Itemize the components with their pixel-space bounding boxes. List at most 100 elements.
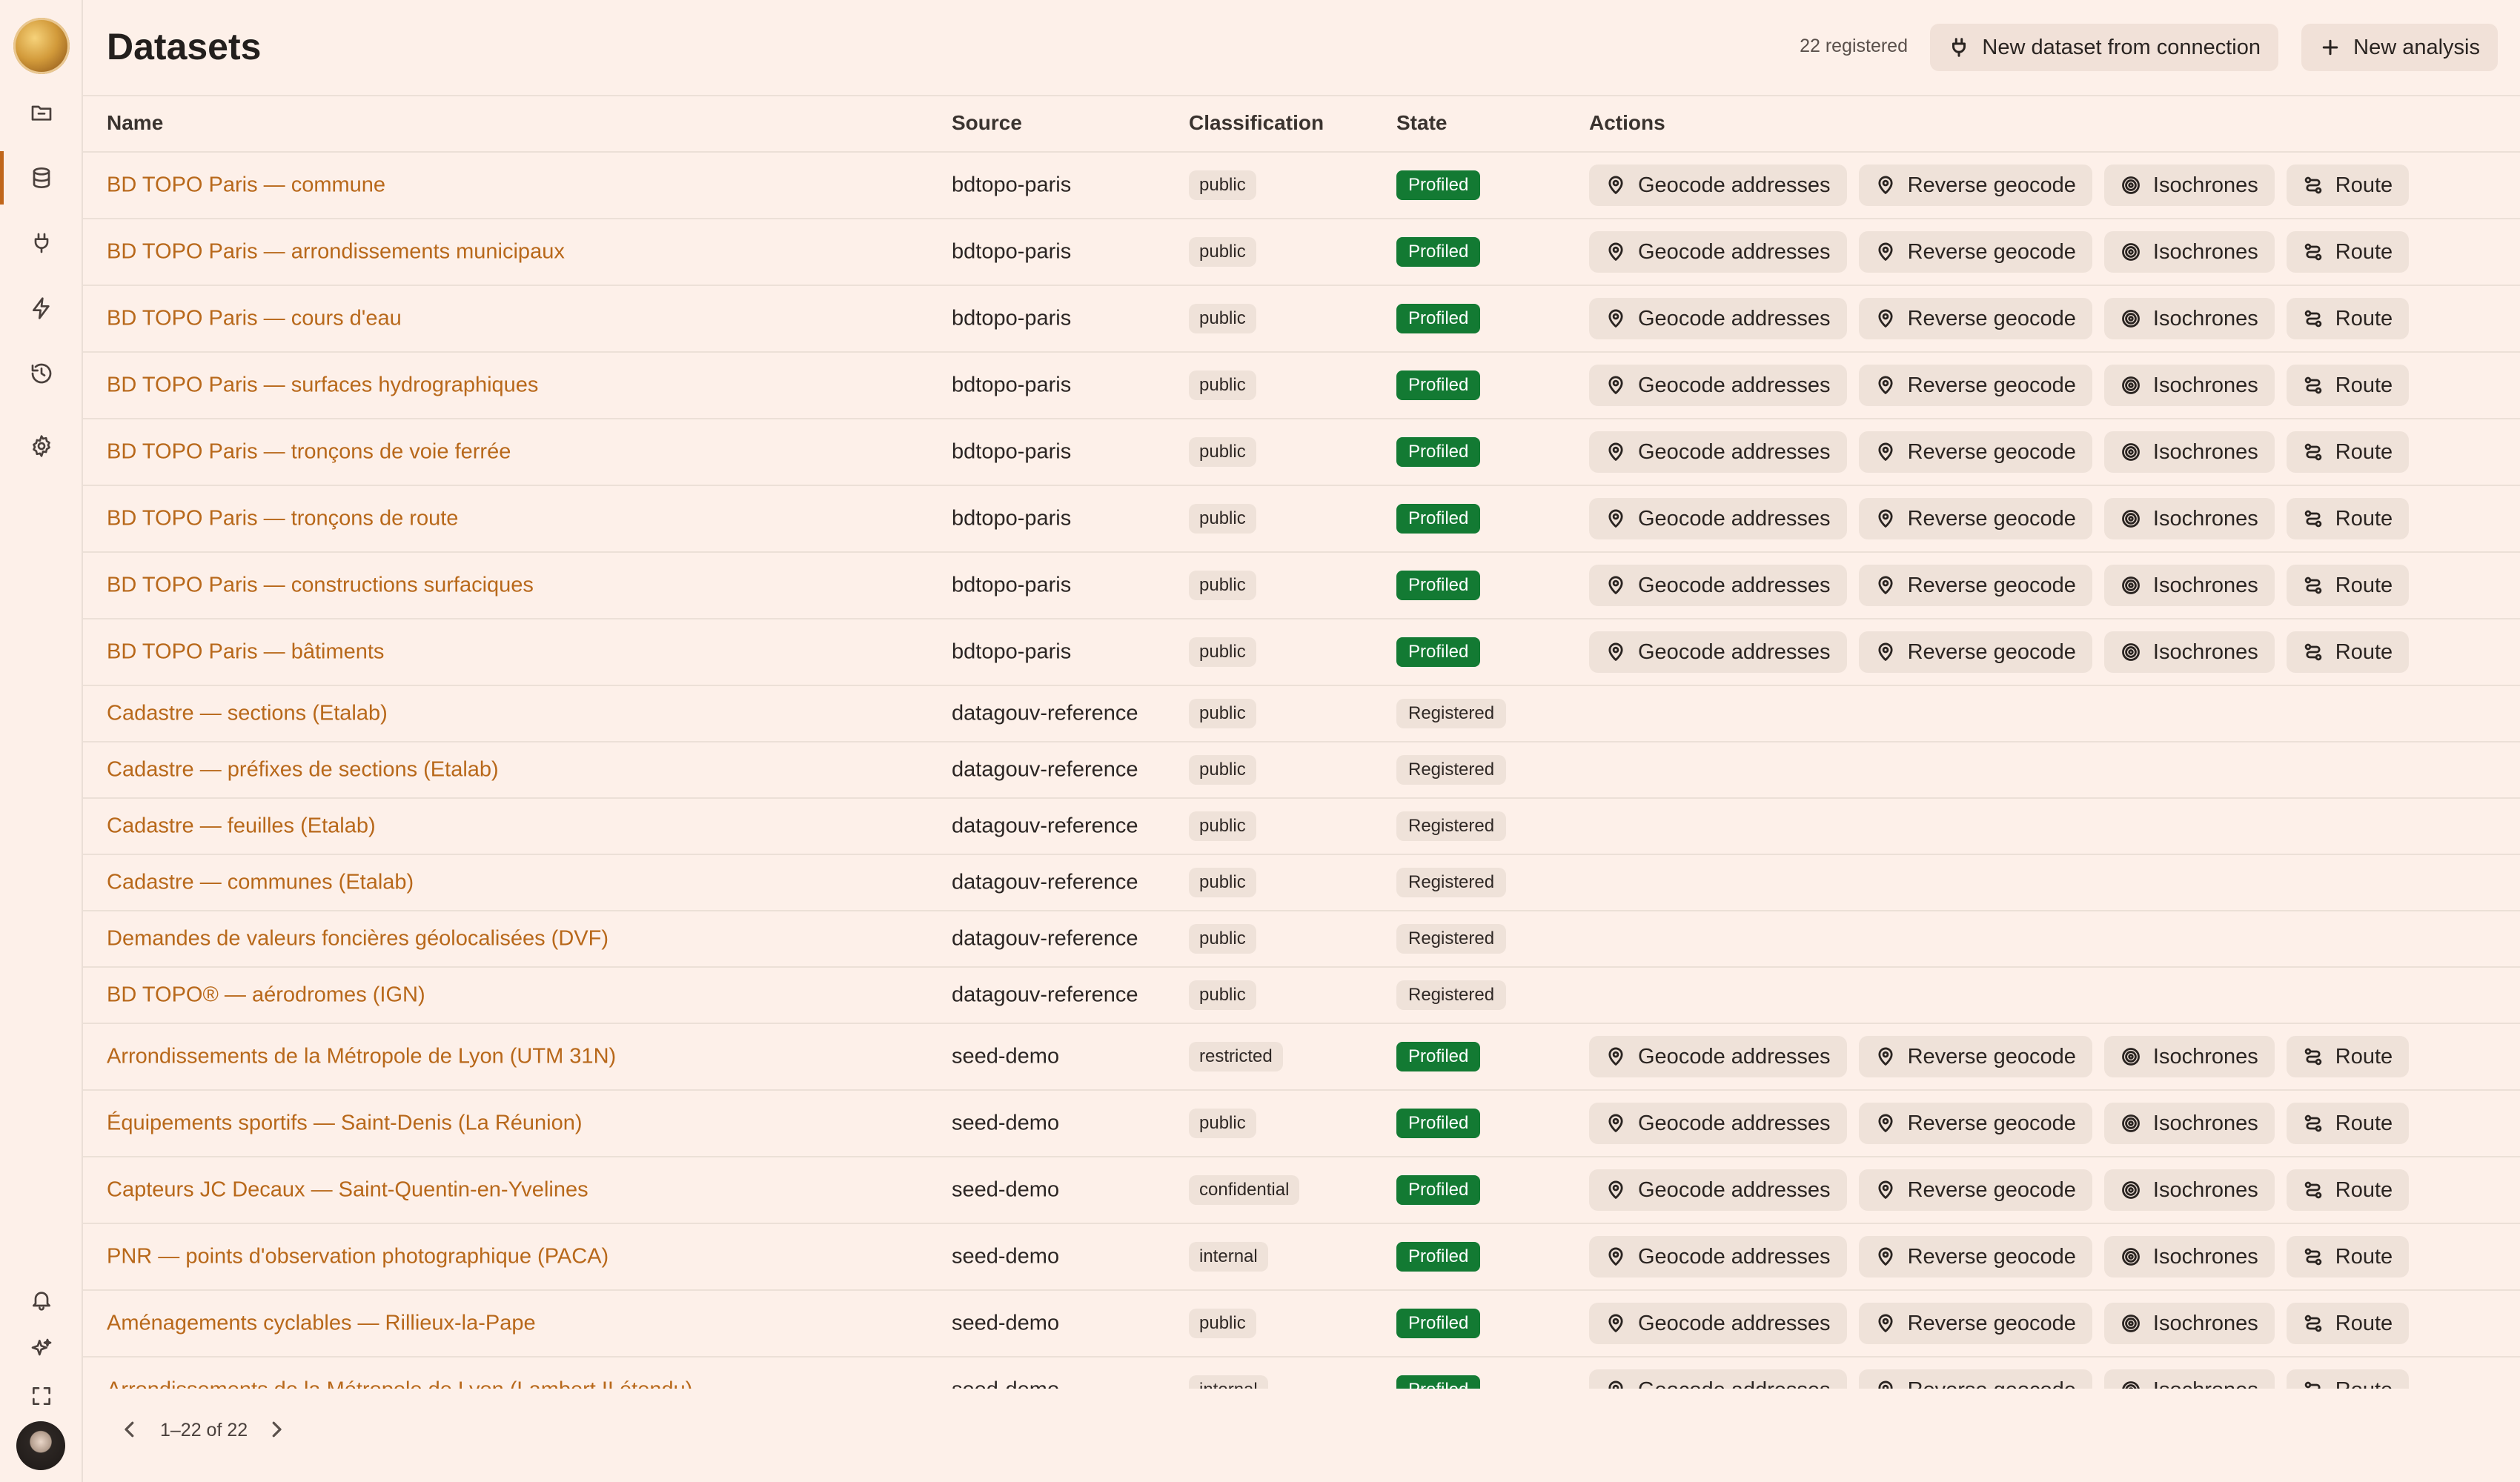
column-header-source[interactable]: Source xyxy=(952,111,1022,135)
isochrones-label: Isochrones xyxy=(2152,1311,2258,1335)
map-pin-icon xyxy=(1877,509,1893,528)
reverse-geocode-button[interactable]: Reverse geocode xyxy=(1858,365,2092,406)
isochrones-button[interactable]: Isochrones xyxy=(2103,298,2275,339)
route-button[interactable]: Route xyxy=(2286,431,2410,473)
dataset-name-link[interactable]: Cadastre — préfixes de sections (Etalab) xyxy=(107,758,499,782)
isochrones-button[interactable]: Isochrones xyxy=(2103,1236,2275,1277)
reverse-geocode-button[interactable]: Reverse geocode xyxy=(1858,1169,2092,1211)
geocode-addresses-button[interactable]: Geocode addresses xyxy=(1589,1103,1847,1144)
route-button[interactable]: Route xyxy=(2286,165,2410,206)
isochrones-button[interactable]: Isochrones xyxy=(2103,431,2275,473)
dataset-name-link[interactable]: Demandes de valeurs foncières géolocalis… xyxy=(107,927,609,951)
reverse-geocode-button[interactable]: Reverse geocode xyxy=(1858,1103,2092,1144)
next-page-button[interactable] xyxy=(265,1418,288,1441)
geocode-addresses-button[interactable]: Geocode addresses xyxy=(1589,1036,1847,1077)
geocode-addresses-button[interactable]: Geocode addresses xyxy=(1589,565,1847,606)
route-button[interactable]: Route xyxy=(2286,565,2410,606)
dataset-name-link[interactable]: Arrondissements de la Métropole de Lyon … xyxy=(107,1378,692,1389)
reverse-geocode-button[interactable]: Reverse geocode xyxy=(1858,631,2092,673)
route-button[interactable]: Route xyxy=(2286,1236,2410,1277)
route-button[interactable]: Route xyxy=(2286,498,2410,539)
isochrones-button[interactable]: Isochrones xyxy=(2103,1169,2275,1211)
geocode-addresses-button[interactable]: Geocode addresses xyxy=(1589,498,1847,539)
sidebar-item-folder[interactable] xyxy=(0,83,83,142)
new-dataset-from-connection-button[interactable]: New dataset from connection xyxy=(1930,24,2278,71)
geocode-addresses-button[interactable]: Geocode addresses xyxy=(1589,231,1847,273)
reverse-geocode-button[interactable]: Reverse geocode xyxy=(1858,1036,2092,1077)
route-button[interactable]: Route xyxy=(2286,365,2410,406)
reverse-geocode-button[interactable]: Reverse geocode xyxy=(1858,1303,2092,1344)
geocode-addresses-button[interactable]: Geocode addresses xyxy=(1589,365,1847,406)
geocode-addresses-button[interactable]: Geocode addresses xyxy=(1589,1303,1847,1344)
route-button[interactable]: Route xyxy=(2286,1169,2410,1211)
geocode-addresses-button[interactable]: Geocode addresses xyxy=(1589,298,1847,339)
route-button[interactable]: Route xyxy=(2286,1369,2410,1389)
isochrone-icon xyxy=(2121,1114,2140,1132)
dataset-name-link[interactable]: BD TOPO Paris — commune xyxy=(107,173,385,198)
isochrones-button[interactable]: Isochrones xyxy=(2103,1036,2275,1077)
isochrones-button[interactable]: Isochrones xyxy=(2103,1303,2275,1344)
status-badge: Registered xyxy=(1396,755,1507,785)
geocode-addresses-button[interactable]: Geocode addresses xyxy=(1589,165,1847,206)
route-button[interactable]: Route xyxy=(2286,298,2410,339)
reverse-geocode-button[interactable]: Reverse geocode xyxy=(1858,1236,2092,1277)
dataset-name-link[interactable]: Cadastre — feuilles (Etalab) xyxy=(107,814,376,839)
isochrones-button[interactable]: Isochrones xyxy=(2103,565,2275,606)
geocode-addresses-button[interactable]: Geocode addresses xyxy=(1589,431,1847,473)
dataset-name-link[interactable]: BD TOPO Paris — tronçons de voie ferrée xyxy=(107,440,511,465)
geocode-addresses-button[interactable]: Geocode addresses xyxy=(1589,1169,1847,1211)
dataset-name-link[interactable]: Cadastre — communes (Etalab) xyxy=(107,871,414,895)
dataset-name-link[interactable]: Aménagements cyclables — Rillieux-la-Pap… xyxy=(107,1312,536,1336)
route-button[interactable]: Route xyxy=(2286,631,2410,673)
route-button[interactable]: Route xyxy=(2286,1036,2410,1077)
dataset-name-link[interactable]: BD TOPO Paris — cours d'eau xyxy=(107,307,402,331)
geocode-addresses-label: Geocode addresses xyxy=(1638,173,1831,197)
reverse-geocode-button[interactable]: Reverse geocode xyxy=(1858,165,2092,206)
reverse-geocode-button[interactable]: Reverse geocode xyxy=(1858,231,2092,273)
dataset-name-link[interactable]: BD TOPO® — aérodromes (IGN) xyxy=(107,983,425,1008)
avatar[interactable] xyxy=(16,1421,65,1470)
sidebar-item-settings[interactable] xyxy=(0,416,83,476)
sidebar-item-connections[interactable] xyxy=(0,213,83,273)
column-header-name[interactable]: Name xyxy=(107,111,163,135)
reverse-geocode-button[interactable]: Reverse geocode xyxy=(1858,431,2092,473)
column-header-classification[interactable]: Classification xyxy=(1189,111,1324,135)
dataset-name-link[interactable]: BD TOPO Paris — constructions surfacique… xyxy=(107,574,534,598)
reverse-geocode-button[interactable]: Reverse geocode xyxy=(1858,498,2092,539)
isochrones-button[interactable]: Isochrones xyxy=(2103,231,2275,273)
isochrones-button[interactable]: Isochrones xyxy=(2103,165,2275,206)
dataset-name-link[interactable]: Capteurs JC Decaux — Saint-Quentin-en-Yv… xyxy=(107,1178,588,1203)
isochrones-button[interactable]: Isochrones xyxy=(2103,631,2275,673)
geocode-addresses-button[interactable]: Geocode addresses xyxy=(1589,1369,1847,1389)
route-button[interactable]: Route xyxy=(2286,1103,2410,1144)
reverse-geocode-button[interactable]: Reverse geocode xyxy=(1858,298,2092,339)
sidebar-item-jobs[interactable] xyxy=(0,279,83,338)
geocode-addresses-button[interactable]: Geocode addresses xyxy=(1589,1236,1847,1277)
isochrone-icon xyxy=(2121,576,2140,594)
sidebar-item-fullscreen[interactable] xyxy=(0,1366,83,1426)
dataset-name-link[interactable]: BD TOPO Paris — tronçons de route xyxy=(107,507,458,531)
isochrones-button[interactable]: Isochrones xyxy=(2103,1103,2275,1144)
isochrones-button[interactable]: Isochrones xyxy=(2103,365,2275,406)
reverse-geocode-button[interactable]: Reverse geocode xyxy=(1858,1369,2092,1389)
dataset-name-link[interactable]: PNR — points d'observation photographiqu… xyxy=(107,1245,609,1269)
reverse-geocode-button[interactable]: Reverse geocode xyxy=(1858,565,2092,606)
dataset-name-link[interactable]: BD TOPO Paris — bâtiments xyxy=(107,640,384,665)
sidebar-item-datasets[interactable] xyxy=(0,148,83,207)
isochrones-button[interactable]: Isochrones xyxy=(2103,498,2275,539)
previous-page-button[interactable] xyxy=(119,1418,141,1441)
dataset-name-link[interactable]: Arrondissements de la Métropole de Lyon … xyxy=(107,1045,616,1069)
reverse-geocode-label: Reverse geocode xyxy=(1907,639,2076,664)
route-button[interactable]: Route xyxy=(2286,231,2410,273)
sidebar-item-history[interactable] xyxy=(0,344,83,403)
route-button[interactable]: Route xyxy=(2286,1303,2410,1344)
app-logo[interactable] xyxy=(13,18,70,74)
dataset-name-link[interactable]: BD TOPO Paris — arrondissements municipa… xyxy=(107,240,565,265)
geocode-addresses-button[interactable]: Geocode addresses xyxy=(1589,631,1847,673)
column-header-state[interactable]: State xyxy=(1396,111,1447,135)
dataset-name-link[interactable]: Équipements sportifs — Saint-Denis (La R… xyxy=(107,1112,583,1136)
isochrones-button[interactable]: Isochrones xyxy=(2103,1369,2275,1389)
new-analysis-button[interactable]: New analysis xyxy=(2301,24,2498,71)
dataset-name-link[interactable]: Cadastre — sections (Etalab) xyxy=(107,702,388,726)
dataset-name-link[interactable]: BD TOPO Paris — surfaces hydrographiques xyxy=(107,373,538,398)
